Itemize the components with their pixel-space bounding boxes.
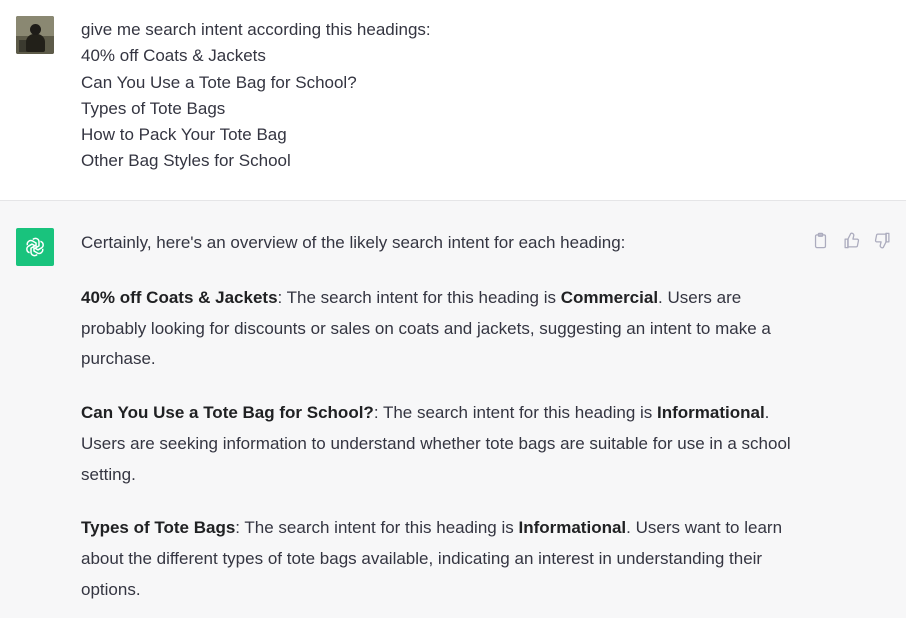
clipboard-icon bbox=[814, 232, 827, 249]
intent-text: : The search intent for this heading is bbox=[373, 403, 657, 423]
intent-text: : The search intent for this heading is bbox=[235, 518, 519, 538]
intent-type: Commercial bbox=[560, 288, 659, 307]
intent-text: : The search intent for this heading is bbox=[277, 288, 561, 307]
user-message-text: give me search intent according this hea… bbox=[81, 17, 431, 175]
intent-item: Types of Tote Bags: The search intent fo… bbox=[81, 513, 801, 605]
user-line: Can You Use a Tote Bag for School? bbox=[81, 72, 357, 92]
intent-item: 40% off Coats & Jackets: The search inte… bbox=[81, 283, 801, 375]
thumbs-up-button[interactable] bbox=[842, 231, 861, 250]
user-line: How to Pack Your Tote Bag bbox=[81, 125, 287, 145]
user-message: give me search intent according this hea… bbox=[0, 0, 906, 201]
intent-type: Informational bbox=[657, 403, 765, 423]
user-line: Types of Tote Bags bbox=[81, 98, 226, 118]
intent-item: Can You Use a Tote Bag for School?: The … bbox=[81, 398, 801, 490]
intent-heading: Can You Use a Tote Bag for School? bbox=[81, 403, 374, 423]
assistant-intro: Certainly, here's an overview of the lik… bbox=[81, 233, 626, 252]
chat-page: give me search intent according this hea… bbox=[0, 0, 906, 618]
intent-heading: Types of Tote Bags bbox=[81, 518, 236, 538]
message-actions bbox=[811, 231, 892, 250]
thumbs-down-button[interactable] bbox=[873, 231, 892, 250]
copy-button[interactable] bbox=[811, 231, 830, 250]
user-line: Other Bag Styles for School bbox=[81, 151, 291, 171]
thumbs-up-icon bbox=[844, 232, 860, 249]
user-line: give me search intent according this hea… bbox=[81, 20, 431, 39]
thumbs-down-icon bbox=[874, 232, 890, 249]
user-avatar bbox=[16, 16, 54, 54]
user-line: 40% off Coats & Jackets bbox=[81, 46, 266, 66]
intent-heading: 40% off Coats & Jackets bbox=[81, 288, 278, 307]
assistant-avatar bbox=[16, 228, 54, 266]
assistant-message: Certainly, here's an overview of the lik… bbox=[0, 201, 906, 618]
openai-logo-icon bbox=[26, 237, 44, 257]
assistant-message-text: Certainly, here's an overview of the lik… bbox=[81, 230, 801, 605]
intent-type: Informational bbox=[518, 518, 627, 538]
